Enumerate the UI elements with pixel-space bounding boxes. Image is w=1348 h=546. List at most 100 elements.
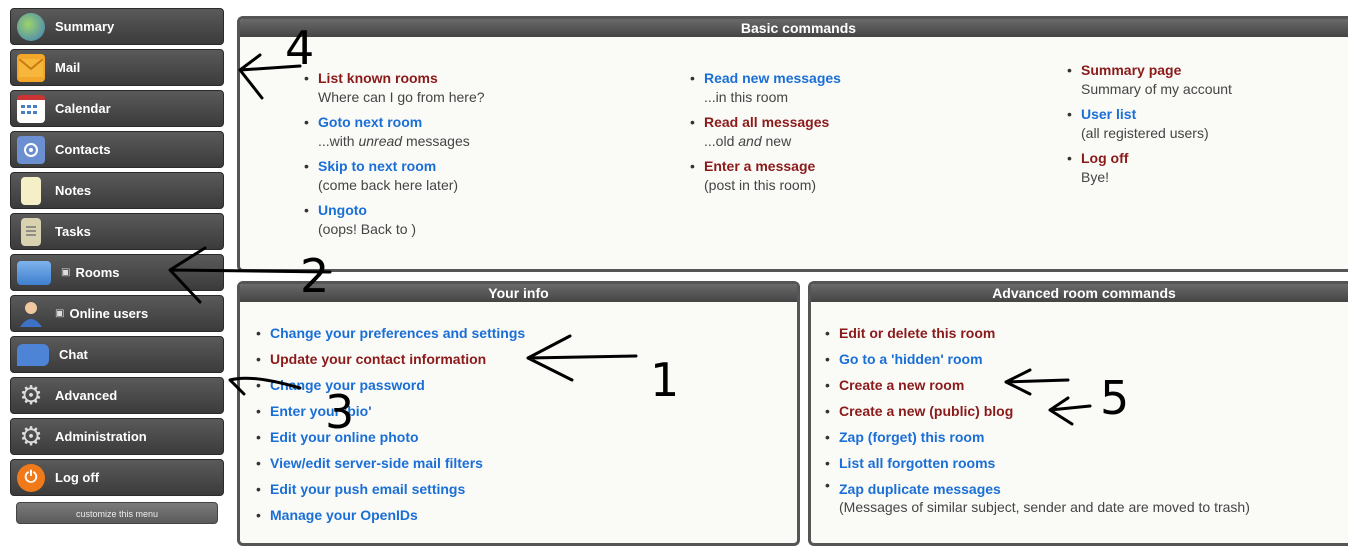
nav-label: Chat <box>59 347 88 362</box>
list-forgotten-rooms-link[interactable]: List all forgotten rooms <box>839 455 995 471</box>
link-note: Bye! <box>1081 169 1110 185</box>
link-note: ...in this room <box>704 89 789 105</box>
log-off-link[interactable]: Log off <box>1081 150 1128 166</box>
list-item: Create a new room <box>825 372 1305 398</box>
panel-title: Your info <box>240 284 797 302</box>
contacts-icon <box>17 135 45 164</box>
chat-bubble-icon <box>17 343 49 366</box>
nav-mail[interactable]: Mail <box>10 49 224 86</box>
nav-administration[interactable]: ⚙ Administration <box>10 418 224 455</box>
link-note: (oops! Back to ) <box>318 221 417 237</box>
read-all-messages-link[interactable]: Read all messages <box>704 114 829 130</box>
user-icon <box>17 300 45 328</box>
your-info-panel: Your info Change your preferences and se… <box>237 281 800 546</box>
envelope-icon <box>17 53 45 82</box>
advanced-commands-list: Edit or delete this room Go to a 'hidden… <box>825 320 1305 516</box>
nav-label: Log off <box>55 470 100 485</box>
change-password-link[interactable]: Change your password <box>270 377 425 393</box>
list-item: Create a new (public) blog <box>825 398 1305 424</box>
list-item: List known rooms Where can I go from her… <box>304 69 485 107</box>
link-note: Summary of my account <box>1081 81 1232 97</box>
expand-icon: ▣ <box>61 267 71 278</box>
list-item: Log off Bye! <box>1067 149 1232 187</box>
user-list-link[interactable]: User list <box>1081 106 1136 122</box>
nav-log-off[interactable]: ⏻ Log off <box>10 459 224 496</box>
push-email-settings-link[interactable]: Edit your push email settings <box>270 481 465 497</box>
gear-icon: ⚙ <box>19 421 43 451</box>
nav-label: Mail <box>55 60 81 75</box>
list-item: Go to a 'hidden' room <box>825 346 1305 372</box>
link-note: (all registered users) <box>1081 125 1209 141</box>
power-icon: ⏻ <box>17 463 45 492</box>
nav-advanced[interactable]: ⚙ Advanced <box>10 377 224 414</box>
list-known-rooms-link[interactable]: List known rooms <box>318 70 438 86</box>
basic-commands-col1: List known rooms Where can I go from her… <box>304 69 485 245</box>
create-new-room-link[interactable]: Create a new room <box>839 377 964 393</box>
nav-notes[interactable]: Notes <box>10 172 224 209</box>
nav-chat[interactable]: Chat <box>10 336 224 373</box>
expand-icon: ▣ <box>55 308 65 319</box>
create-public-blog-link[interactable]: Create a new (public) blog <box>839 403 1013 419</box>
nav-label: Tasks <box>55 224 91 239</box>
list-item: Edit your online photo <box>256 424 525 450</box>
list-item: Manage your OpenIDs <box>256 502 525 528</box>
goto-hidden-room-link[interactable]: Go to a 'hidden' room <box>839 351 983 367</box>
mail-filters-link[interactable]: View/edit server-side mail filters <box>270 455 483 471</box>
link-note: ...with unread messages <box>318 133 470 149</box>
nav-label: Notes <box>55 183 92 198</box>
list-item: Change your preferences and settings <box>256 320 525 346</box>
list-item: Goto next room ...with unread messages <box>304 113 485 151</box>
notepad-icon <box>21 176 41 205</box>
list-item: Enter a message (post in this room) <box>690 157 841 195</box>
sidebar-nav: Summary Mail Calendar Contacts Notes Tas… <box>10 8 224 524</box>
update-contact-info-link[interactable]: Update your contact information <box>270 351 486 367</box>
nav-calendar[interactable]: Calendar <box>10 90 224 127</box>
panel-title: Advanced room commands <box>811 284 1348 302</box>
nav-label: Summary <box>55 19 115 34</box>
list-item: Change your password <box>256 372 525 398</box>
nav-label: Administration <box>55 429 147 444</box>
edit-delete-room-link[interactable]: Edit or delete this room <box>839 325 995 341</box>
nav-tasks[interactable]: Tasks <box>10 213 224 250</box>
zap-room-link[interactable]: Zap (forget) this room <box>839 429 984 445</box>
ungoto-link[interactable]: Ungoto <box>318 202 367 218</box>
nav-label: Rooms <box>75 265 120 280</box>
list-item: Summary page Summary of my account <box>1067 61 1232 99</box>
enter-message-link[interactable]: Enter a message <box>704 158 815 174</box>
list-item: Read new messages ...in this room <box>690 69 841 107</box>
list-item: Update your contact information <box>256 346 525 372</box>
globe-icon <box>17 12 45 41</box>
list-item: Zap (forget) this room <box>825 424 1305 450</box>
zap-duplicates-link[interactable]: Zap duplicate messages <box>839 481 1001 497</box>
your-info-list: Change your preferences and settings Upd… <box>256 320 525 528</box>
list-item: Ungoto (oops! Back to ) <box>304 201 485 239</box>
nav-online-users[interactable]: ▣ Online users <box>10 295 224 332</box>
customize-menu-button[interactable]: customize this menu <box>16 502 218 524</box>
read-new-messages-link[interactable]: Read new messages <box>704 70 841 86</box>
list-item: Enter your 'bio' <box>256 398 525 424</box>
nav-summary[interactable]: Summary <box>10 8 224 45</box>
goto-next-room-link[interactable]: Goto next room <box>318 114 422 130</box>
nav-label: Contacts <box>55 142 111 157</box>
calendar-icon <box>17 94 45 123</box>
change-preferences-link[interactable]: Change your preferences and settings <box>270 325 525 341</box>
nav-rooms[interactable]: ▣ Rooms <box>10 254 224 291</box>
link-note: (come back here later) <box>318 177 459 193</box>
list-item: Read all messages ...old and new <box>690 113 841 151</box>
link-note: (post in this room) <box>704 177 817 193</box>
clipboard-icon <box>21 217 41 246</box>
enter-bio-link[interactable]: Enter your 'bio' <box>270 403 372 419</box>
nav-label: Advanced <box>55 388 118 403</box>
manage-openids-link[interactable]: Manage your OpenIDs <box>270 507 418 523</box>
advanced-room-commands-panel: Advanced room commands Edit or delete th… <box>808 281 1348 546</box>
basic-commands-col2: Read new messages ...in this room Read a… <box>690 69 841 201</box>
basic-commands-col3: Summary page Summary of my account User … <box>1067 61 1232 193</box>
basic-commands-panel: Basic commands List known rooms Where ca… <box>237 16 1348 272</box>
nav-contacts[interactable]: Contacts <box>10 131 224 168</box>
skip-to-next-room-link[interactable]: Skip to next room <box>318 158 436 174</box>
edit-online-photo-link[interactable]: Edit your online photo <box>270 429 419 445</box>
link-note: ...old and new <box>704 133 792 149</box>
list-item: Edit your push email settings <box>256 476 525 502</box>
list-item: User list (all registered users) <box>1067 105 1232 143</box>
summary-page-link[interactable]: Summary page <box>1081 62 1181 78</box>
